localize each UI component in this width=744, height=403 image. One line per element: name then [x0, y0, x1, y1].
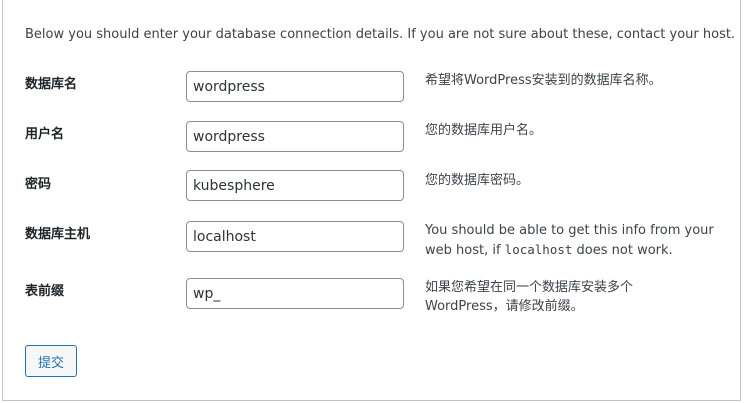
dbhost-input[interactable] — [186, 221, 404, 252]
prefix-description: 如果您希望在同一个数据库安装多个WordPress，请修改前缀。 — [425, 280, 634, 314]
prefix-label: 表前缀 — [25, 284, 65, 299]
prefix-input[interactable] — [186, 278, 404, 309]
dbhost-description-tail: does not work. — [572, 243, 673, 258]
password-description: 您的数据库密码。 — [425, 173, 530, 188]
dbname-description: 希望将WordPress安装到的数据库名称。 — [425, 73, 662, 88]
dbhost-label: 数据库主机 — [25, 227, 91, 242]
username-label: 用户名 — [25, 127, 65, 142]
setup-config-panel: Below you should enter your database con… — [2, 0, 741, 401]
dbhost-description-code: localhost — [504, 242, 573, 257]
password-input[interactable] — [186, 170, 404, 201]
username-description: 您的数据库用户名。 — [425, 123, 543, 138]
intro-text: Below you should enter your database con… — [25, 27, 736, 42]
dbhost-description: You should be able to get this info from… — [425, 221, 715, 260]
submit-button[interactable]: 提交 — [25, 345, 77, 377]
password-label: 密码 — [25, 177, 52, 192]
dbname-input[interactable] — [186, 71, 404, 102]
username-input[interactable] — [186, 121, 404, 152]
dbname-label: 数据库名 — [25, 77, 78, 92]
